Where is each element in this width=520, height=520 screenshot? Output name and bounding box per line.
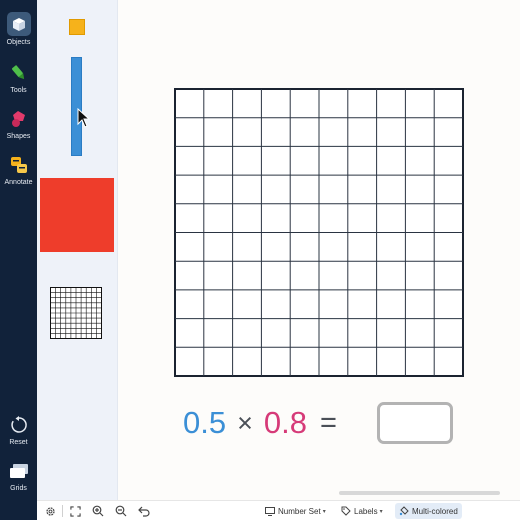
- reset-icon: [8, 414, 30, 436]
- zoom-out-icon[interactable]: [114, 504, 128, 518]
- left-factor: 0.5: [183, 405, 227, 440]
- grids-icon: [8, 460, 30, 482]
- shapes-icon: [8, 108, 30, 130]
- right-factor: 0.8: [263, 405, 307, 440]
- blue-bar-object[interactable]: [71, 57, 82, 156]
- grids-button[interactable]: Grids: [0, 460, 37, 492]
- zoom-in-icon[interactable]: [91, 504, 105, 518]
- annotate-icon: [8, 154, 30, 176]
- grids-label: Grids: [10, 485, 27, 492]
- divider: [62, 505, 63, 517]
- orange-tile-object[interactable]: [69, 19, 85, 35]
- labels-label: Labels: [354, 506, 378, 516]
- horizontal-scrollbar[interactable]: [339, 491, 500, 495]
- paint-bucket-icon: [399, 506, 409, 516]
- labels-menu[interactable]: Labels ▾: [341, 503, 383, 519]
- mouse-pointer-icon: [77, 107, 91, 128]
- equation: 0.5 × 0.8 =: [183, 400, 348, 446]
- multi-colored-label: Multi-colored: [412, 506, 458, 516]
- reset-label: Reset: [9, 439, 28, 446]
- marker-icon: [8, 62, 30, 84]
- gear-icon[interactable]: [43, 504, 57, 518]
- times-symbol: ×: [237, 407, 253, 438]
- reset-button[interactable]: Reset: [0, 414, 37, 446]
- fullscreen-icon[interactable]: [68, 504, 82, 518]
- answer-box[interactable]: [377, 402, 453, 444]
- object-palette: [37, 0, 118, 500]
- tools-button[interactable]: Tools: [0, 62, 37, 94]
- tag-icon: [341, 506, 351, 516]
- tools-label: Tools: [10, 87, 27, 94]
- chevron-down-icon: ▾: [379, 508, 383, 515]
- main-toolbar: Objects Tools Shapes Annotate Reset Grid…: [0, 0, 37, 520]
- hundred-grid-board[interactable]: [174, 88, 464, 377]
- multi-colored-toggle[interactable]: Multi-colored: [395, 503, 462, 519]
- annotate-button[interactable]: Annotate: [0, 154, 37, 186]
- shapes-button[interactable]: Shapes: [0, 108, 37, 140]
- hundred-grid-object[interactable]: [50, 287, 102, 339]
- number-set-menu[interactable]: Number Set ▾: [265, 503, 326, 519]
- monitor-icon: [265, 506, 275, 516]
- app-window: Objects Tools Shapes Annotate Reset Grid…: [0, 0, 520, 520]
- red-square-object[interactable]: [40, 178, 114, 252]
- annotate-label: Annotate: [4, 179, 33, 186]
- shapes-label: Shapes: [6, 133, 31, 140]
- objects-button[interactable]: Objects: [0, 12, 37, 46]
- chevron-down-icon: ▾: [322, 508, 326, 515]
- cube-icon: [6, 12, 31, 36]
- number-set-label: Number Set: [278, 506, 321, 516]
- undo-icon[interactable]: [137, 504, 151, 518]
- bottom-toolbar: Number Set ▾ Labels ▾ Multi-colored: [37, 500, 520, 520]
- equals-symbol: =: [320, 406, 337, 439]
- objects-label: Objects: [6, 39, 31, 46]
